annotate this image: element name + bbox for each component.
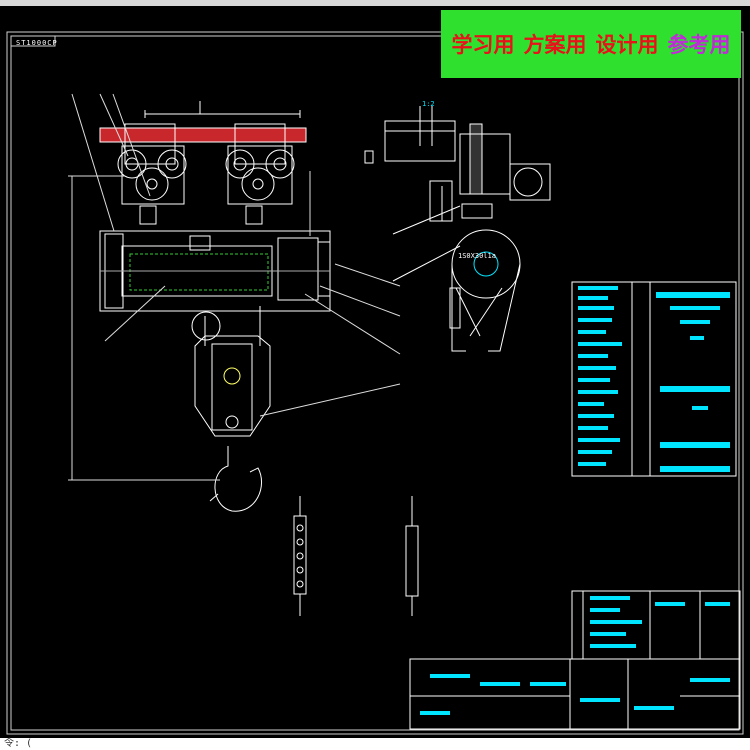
drum-label: 1S0X30l1a — [458, 252, 496, 260]
banner-item-design: 设计用 — [595, 33, 659, 57]
table-text-marks — [420, 286, 730, 715]
title-block — [409, 590, 741, 730]
command-prompt: 令: ( — [4, 738, 33, 749]
banner-item-scheme: 方案用 — [523, 33, 587, 57]
drawing-title: ST1000CP — [16, 39, 58, 47]
command-line[interactable]: 令: ( — [0, 738, 750, 750]
pendant-controls — [293, 496, 419, 616]
scale-label: 1:2 — [422, 100, 435, 108]
side-view — [364, 106, 551, 352]
banner-item-reference: 参考用 — [667, 33, 731, 57]
usage-banner: 学习用 方案用 设计用 参考用 — [441, 10, 741, 78]
banner-item-study: 学习用 — [451, 33, 515, 57]
hoist-drum-body — [99, 230, 331, 312]
hoist-assembly-drawing: 1S0X30l1a 1:2 — [6, 31, 744, 735]
rail-beam — [99, 101, 307, 143]
cad-drawing-canvas[interactable]: 1S0X30l1a 1:2 ST1000CP 学习用 方案用 设计用 参考用 — [0, 6, 750, 738]
